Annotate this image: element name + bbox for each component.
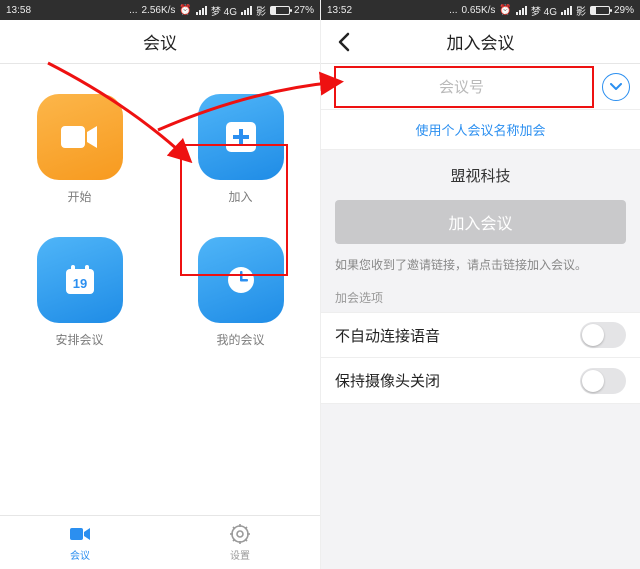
app-header: 加入会议 [321, 20, 640, 64]
tile-join[interactable]: 加入 [198, 94, 284, 205]
chevron-down-icon [610, 83, 622, 91]
phone-left: 13:58 ... 2.56K/s ⏰ 梦 4G 影 27% 会议 开始 [0, 0, 320, 569]
company-name: 盟视科技 [321, 150, 640, 200]
join-button-label: 加入会议 [448, 210, 512, 234]
status-time: 13:58 [6, 5, 31, 16]
alarm-icon: ⏰ [499, 5, 511, 16]
join-body: 会议号 使用个人会议名称加会 盟视科技 加入会议 如果您收到了邀请链接，请点击链… [321, 64, 640, 569]
status-speed: 0.65K/s [461, 5, 495, 16]
calendar-icon: 19 [37, 237, 123, 323]
svg-text:19: 19 [72, 276, 86, 291]
status-speed: 2.56K/s [141, 5, 175, 16]
dropdown-button[interactable] [602, 73, 630, 101]
section-label: 加会选项 [321, 279, 640, 312]
tile-schedule[interactable]: 19 安排会议 [37, 237, 123, 348]
alarm-icon: ⏰ [179, 5, 191, 16]
tab-label: 设置 [230, 547, 250, 562]
phone-right: 13:52 ... 0.65K/s ⏰ 梦 4G 影 29% 加入会议 会议号 … [320, 0, 640, 569]
status-net1: 梦 4G [531, 3, 557, 18]
status-time: 13:52 [327, 5, 352, 16]
battery-icon [590, 6, 610, 15]
tab-meeting[interactable]: 会议 [0, 516, 160, 569]
tab-settings[interactable]: 设置 [160, 516, 320, 569]
meeting-id-input[interactable]: 会议号 [321, 64, 640, 110]
page-title: 加入会议 [447, 29, 515, 54]
video-icon [69, 523, 91, 545]
gear-icon [229, 523, 251, 545]
signal-icon [561, 6, 572, 15]
option-camera-off: 保持摄像头关闭 [321, 358, 640, 404]
app-header: 会议 [0, 20, 320, 64]
input-placeholder: 会议号 [321, 76, 602, 97]
status-batt-pct: 29% [614, 5, 634, 16]
status-batt-pct: 27% [294, 5, 314, 16]
join-button[interactable]: 加入会议 [335, 200, 626, 244]
tabbar: 会议 设置 [0, 515, 320, 569]
battery-icon [270, 6, 290, 15]
signal-icon [241, 6, 252, 15]
switch-no-auto-audio[interactable] [580, 322, 626, 348]
tile-label: 安排会议 [55, 331, 103, 348]
video-icon [37, 94, 123, 180]
signal-icon [196, 6, 207, 15]
tile-label: 加入 [228, 188, 252, 205]
link-text: 使用个人会议名称加会 [415, 120, 545, 139]
tab-label: 会议 [70, 547, 90, 562]
page-title: 会议 [143, 29, 177, 54]
personal-meeting-link[interactable]: 使用个人会议名称加会 [321, 110, 640, 150]
signal-icon [516, 6, 527, 15]
invite-hint: 如果您收到了邀请链接，请点击链接加入会议。 [321, 244, 640, 279]
chevron-left-icon [337, 32, 351, 52]
status-net2: 影 [576, 3, 586, 18]
switch-camera-off[interactable] [580, 368, 626, 394]
back-button[interactable] [327, 20, 361, 63]
tile-mine[interactable]: 我的会议 [198, 237, 284, 348]
plus-icon [198, 94, 284, 180]
tile-grid: 开始 加入 19 安排会议 我的会议 [0, 64, 320, 515]
status-net1: 梦 4G [211, 3, 237, 18]
status-bar: 13:58 ... 2.56K/s ⏰ 梦 4G 影 27% [0, 0, 320, 20]
option-no-auto-audio: 不自动连接语音 [321, 312, 640, 358]
clock-icon [198, 237, 284, 323]
option-label: 不自动连接语音 [335, 325, 440, 346]
option-label: 保持摄像头关闭 [335, 370, 440, 391]
tile-label: 开始 [67, 188, 91, 205]
tile-label: 我的会议 [216, 331, 264, 348]
status-bar: 13:52 ... 0.65K/s ⏰ 梦 4G 影 29% [321, 0, 640, 20]
tile-start[interactable]: 开始 [37, 94, 123, 205]
status-net2: 影 [256, 3, 266, 18]
